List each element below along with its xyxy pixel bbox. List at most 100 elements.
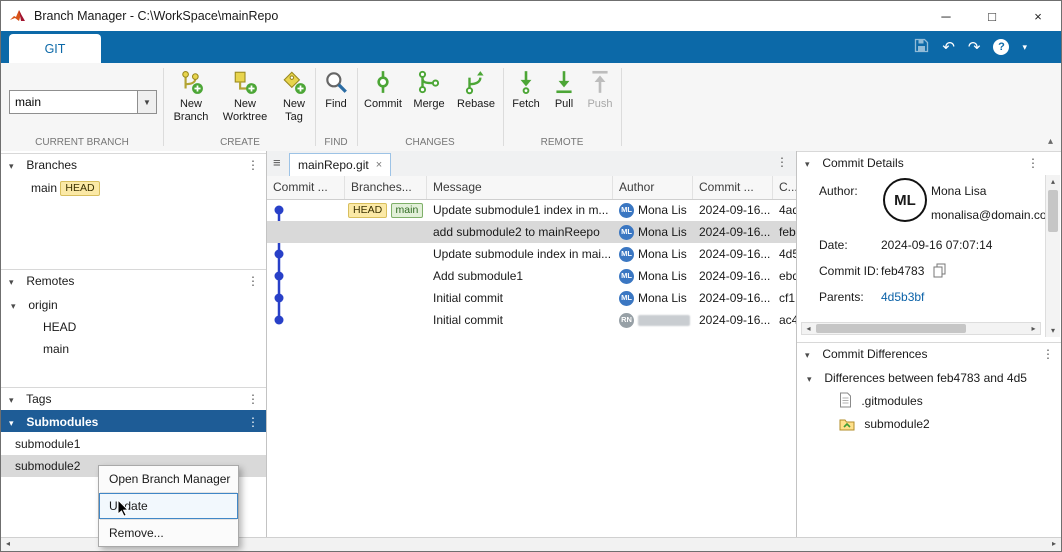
redo-icon[interactable]: ↷: [968, 38, 981, 56]
branches-menu-icon[interactable]: ⋮: [247, 154, 259, 176]
find-button[interactable]: Find: [319, 69, 353, 111]
commit-row[interactable]: Initial commit ML Mona Lis 2024-09-16...…: [267, 287, 796, 309]
new-branch-button[interactable]: New Branch: [167, 69, 215, 123]
submodules-panel-header[interactable]: ▾ Submodules ⋮: [1, 410, 266, 432]
tab-close-icon[interactable]: ×: [376, 159, 382, 171]
submodule-item-1[interactable]: submodule1: [1, 433, 266, 455]
merge-button[interactable]: Merge: [409, 69, 449, 111]
tab-mainrepo-git[interactable]: mainRepo.git ×: [289, 153, 391, 177]
tags-menu-icon[interactable]: ⋮: [247, 388, 259, 410]
column-header-author[interactable]: Author: [613, 176, 693, 199]
differences-collapse-icon[interactable]: ▾: [807, 368, 821, 389]
commit-row[interactable]: HEAD main Update submodule1 index in m..…: [267, 199, 796, 221]
commit-row[interactable]: Update submodule index in mai... ML Mona…: [267, 243, 796, 265]
history-panel: ≡ mainRepo.git × ⋮ Commit ... Branches..…: [267, 151, 796, 537]
current-branch-combo[interactable]: ▼: [9, 90, 157, 114]
tab-list-icon[interactable]: ≡: [273, 155, 281, 170]
remote-item-main[interactable]: main: [43, 339, 69, 359]
diff-file-row[interactable]: .gitmodules: [839, 390, 1045, 412]
branches-collapse-icon[interactable]: ▾: [9, 155, 23, 177]
column-header-id[interactable]: C...: [773, 176, 796, 199]
commit-differences-menu-icon[interactable]: ⋮: [1042, 343, 1054, 365]
remotes-collapse-icon[interactable]: ▾: [9, 271, 23, 293]
origin-collapse-icon[interactable]: ▾: [11, 296, 25, 316]
commit-details-menu-icon[interactable]: ⋮: [1027, 152, 1039, 174]
tags-collapse-icon[interactable]: ▾: [9, 389, 23, 411]
details-horizontal-scrollbar[interactable]: ◂ ▸: [801, 322, 1041, 335]
undo-icon[interactable]: ↶: [942, 38, 955, 56]
column-header-message[interactable]: Message: [427, 176, 613, 199]
commit-message: Initial commit: [427, 287, 613, 309]
fetch-button[interactable]: Fetch: [507, 69, 545, 111]
commit-row[interactable]: Initial commit RN 2024-09-16... ac4: [267, 309, 796, 331]
rebase-button[interactable]: Rebase: [453, 69, 499, 111]
menu-item-remove[interactable]: Remove...: [99, 520, 238, 546]
new-tag-button[interactable]: New Tag: [275, 69, 313, 123]
column-header-branches[interactable]: Branches...: [345, 176, 427, 199]
branch-item-main[interactable]: main HEAD: [31, 178, 100, 198]
differences-group-label: Differences between feb4783 and 4d5: [824, 371, 1027, 385]
minimize-button[interactable]: ─: [923, 1, 969, 31]
menu-item-open-branch-manager[interactable]: Open Branch Manager: [99, 466, 238, 492]
author-name: Mona Lisa: [931, 184, 986, 198]
push-button[interactable]: Push: [583, 69, 617, 111]
remote-item-head[interactable]: HEAD: [43, 317, 76, 337]
group-label-changes: CHANGES: [361, 137, 499, 148]
commit-details-header[interactable]: ▾ Commit Details ⋮: [797, 151, 1061, 173]
scroll-right-icon[interactable]: ▸: [1027, 323, 1040, 334]
submodules-menu-icon[interactable]: ⋮: [247, 411, 259, 433]
current-branch-dropdown-icon[interactable]: ▼: [137, 91, 156, 113]
tab-git[interactable]: GIT: [9, 34, 101, 63]
commit-date: 2024-09-16...: [693, 309, 773, 331]
scroll-left-icon[interactable]: ◂: [1, 538, 15, 551]
author-avatar: ML: [619, 291, 634, 306]
remotes-panel-header[interactable]: ▾ Remotes ⋮: [1, 269, 266, 291]
diff-file-row[interactable]: submodule2 +: [839, 413, 1045, 435]
differences-group-row[interactable]: ▾ Differences between feb4783 and 4d5: [807, 367, 1045, 389]
maximize-button[interactable]: □: [969, 1, 1015, 31]
current-branch-input[interactable]: [10, 91, 137, 113]
commit-details-collapse-icon[interactable]: ▾: [805, 153, 819, 175]
close-button[interactable]: ×: [1015, 1, 1061, 31]
commit-row-selected[interactable]: add submodule2 to mainReepo ML Mona Lis …: [267, 221, 796, 243]
details-panel: ▾ Commit Details ⋮ Author: ML Mona Lisa …: [796, 151, 1061, 537]
copy-icon[interactable]: [933, 263, 946, 281]
save-icon[interactable]: [914, 38, 929, 56]
commit-message: Initial commit: [427, 309, 613, 331]
collapse-ribbon-icon[interactable]: ▴: [1048, 136, 1053, 147]
remotes-panel-title: Remotes: [26, 274, 74, 288]
commit-details-title: Commit Details: [822, 156, 903, 170]
column-header-graph[interactable]: Commit ...: [267, 176, 345, 199]
new-worktree-label: New Worktree: [217, 98, 273, 123]
branches-panel-header[interactable]: ▾ Branches ⋮: [1, 153, 266, 175]
pull-button[interactable]: Pull: [549, 69, 579, 111]
scroll-up-icon[interactable]: ▴: [1046, 175, 1060, 188]
scrollbar-thumb[interactable]: [1048, 190, 1058, 232]
commit-differences-header[interactable]: ▾ Commit Differences ⋮: [797, 342, 1061, 364]
scrollbar-thumb[interactable]: [816, 324, 966, 333]
details-vertical-scrollbar[interactable]: ▴ ▾: [1045, 175, 1060, 337]
commit-id-label: Commit ID:: [819, 264, 879, 278]
remote-item-origin[interactable]: ▾ origin: [11, 295, 58, 315]
commit-id: ebd: [773, 265, 796, 287]
scroll-left-icon[interactable]: ◂: [802, 323, 815, 334]
commit-date: 2024-09-16...: [693, 199, 773, 221]
column-header-date[interactable]: Commit ...: [693, 176, 773, 199]
origin-label: origin: [28, 298, 57, 312]
tags-panel-header[interactable]: ▾ Tags ⋮: [1, 387, 266, 409]
submodules-collapse-icon[interactable]: ▾: [9, 412, 23, 434]
help-icon[interactable]: ?: [993, 39, 1009, 55]
scroll-right-icon[interactable]: ▸: [1047, 538, 1061, 551]
history-menu-icon[interactable]: ⋮: [776, 155, 788, 169]
scroll-down-icon[interactable]: ▾: [1046, 324, 1060, 337]
help-dropdown-icon[interactable]: ▾: [1022, 42, 1027, 53]
new-worktree-button[interactable]: New Worktree: [217, 69, 273, 123]
commit-id-value: feb4783: [881, 264, 924, 278]
remotes-menu-icon[interactable]: ⋮: [247, 270, 259, 292]
commit-differences-collapse-icon[interactable]: ▾: [805, 344, 819, 366]
commit-button[interactable]: Commit: [361, 69, 405, 111]
window-title: Branch Manager - C:\WorkSpace\mainRepo: [34, 9, 278, 23]
parent-commit-link[interactable]: 4d5b3bf: [881, 290, 924, 304]
commit-row[interactable]: Add submodule1 ML Mona Lis 2024-09-16...…: [267, 265, 796, 287]
group-label-find: FIND: [315, 137, 357, 148]
